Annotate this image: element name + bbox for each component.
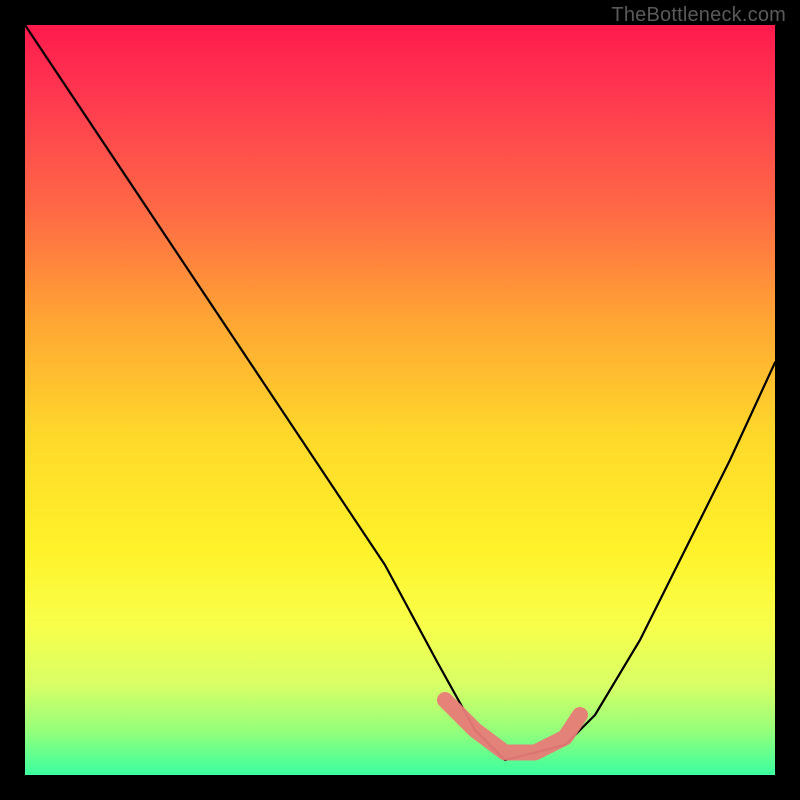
chart-frame: TheBottleneck.com	[0, 0, 800, 800]
optimal-range-highlight	[445, 700, 580, 753]
watermark-text: TheBottleneck.com	[611, 4, 786, 27]
chart-overlay	[25, 25, 775, 775]
bottleneck-curve	[25, 25, 775, 760]
